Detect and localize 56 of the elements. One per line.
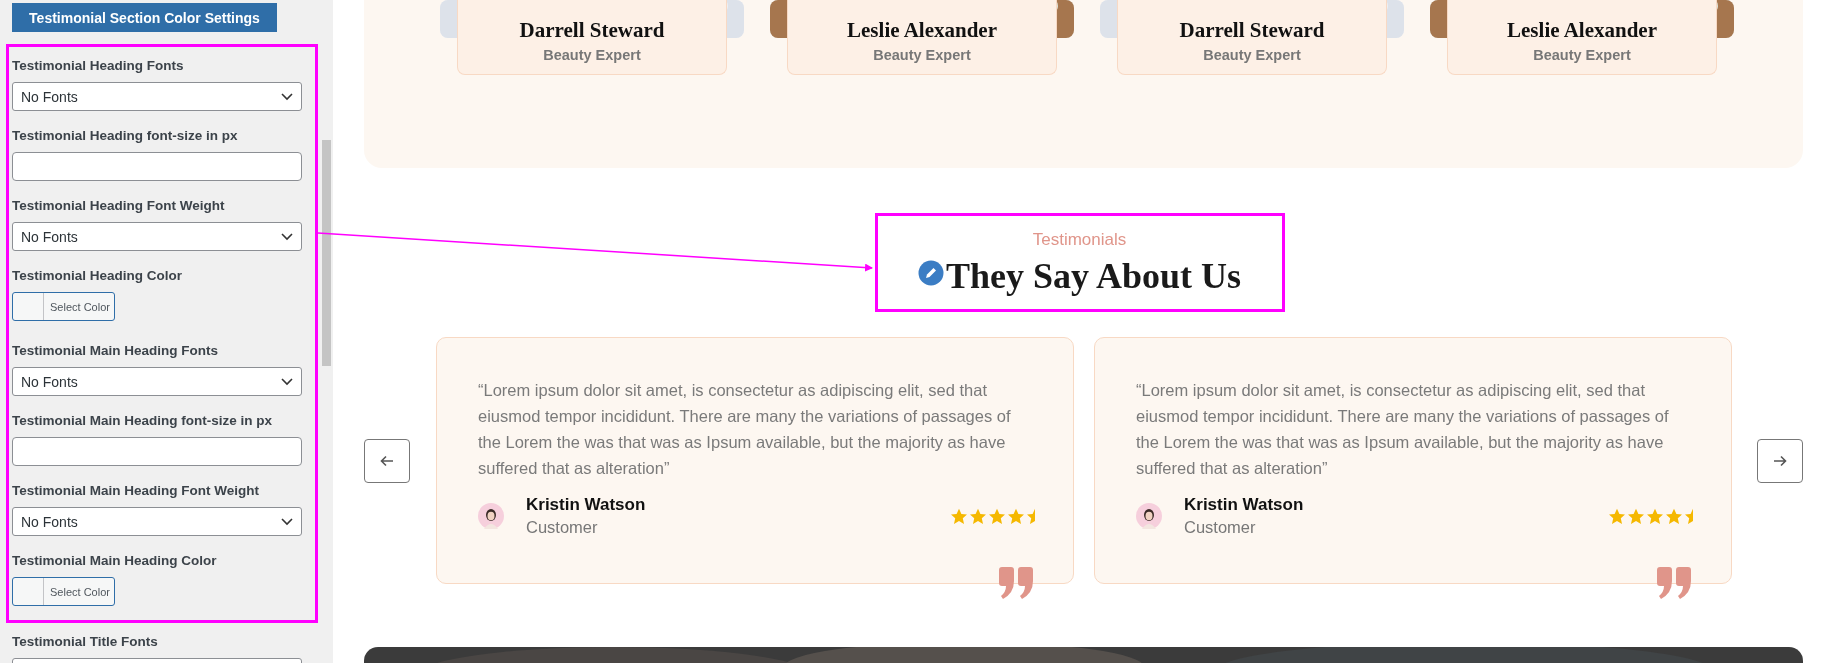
color-picker-button[interactable]: Select Color [12,292,115,321]
previous-button[interactable] [364,438,410,483]
star-icon [1007,507,1025,525]
testimonial-quote: “Lorem ipsum dolor sit amet, is consectetur as adipiscing elit, sed that eiusmod tempor incididunt. There are many the variations of passages of the Lorem the was that was as Ipsum available, but the majority as have suffered that as alteration” [1136,380,1670,479]
person-name: Darrell Steward [519,18,665,42]
edit-icon [917,260,944,286]
field-label: Testimonial Main Heading Fonts [12,342,219,360]
person-role: Customer [1184,518,1257,537]
field-label: Testimonial Heading Fonts [12,57,185,75]
select-dropdown[interactable]: No Fonts [12,367,302,396]
color-picker-button[interactable]: Select Color [12,577,115,606]
person-name: Leslie Alexander [1507,18,1657,42]
star-icon [988,507,1006,525]
half-star-icon [1026,507,1035,525]
field-label: Testimonial Heading Font Weight [12,197,226,215]
star-icon [1646,507,1664,525]
field-label: Testimonial Heading Color [12,267,183,285]
field-label: Testimonial Main Heading Font Weight [12,482,260,500]
text-input[interactable] [12,437,302,466]
field-label: Testimonial Main Heading font-size in px [12,412,274,430]
chevron-down-icon [281,517,293,526]
star-icon [1608,507,1626,525]
select-dropdown[interactable]: No Fonts [12,82,302,111]
testimonial-quote: “Lorem ipsum dolor sit amet, is consectetur as adipiscing elit, sed that eiusmod tempor incididunt. There are many the variations of passages of the Lorem the was that was as Ipsum available, but the majority as have suffered that as alteration” [478,380,1012,479]
section-button[interactable]: Testimonial Section Color Settings [12,3,277,32]
person-role: Beauty Expert [873,47,971,63]
section-heading: They Say About Us [945,256,1242,296]
field-label: Testimonial Main Heading Color [12,552,218,570]
arrow-left-icon [380,453,394,468]
person-name: Kristin Watson [526,495,646,515]
select-dropdown[interactable]: No Fonts [12,222,302,251]
scrollbar-thumb[interactable] [322,140,331,366]
person-role: Beauty Expert [1533,47,1631,63]
person-name: Darrell Steward [1179,18,1325,42]
select-dropdown[interactable]: No Fonts [12,507,302,536]
arrow-right-icon [1773,453,1787,468]
star-icon [950,507,968,525]
text-input[interactable] [12,152,302,181]
person-name: Kristin Watson [1184,495,1304,515]
next-button[interactable] [1757,438,1803,483]
person-role: Beauty Expert [1203,47,1301,63]
person-role: Customer [526,518,599,537]
chevron-down-icon [281,377,293,386]
half-star-icon [1684,507,1693,525]
field-label: Testimonial Title Fonts [12,633,159,651]
quote-mark-icon [999,567,1033,599]
chevron-down-icon [281,232,293,241]
chevron-down-icon [281,92,293,101]
person-name: Leslie Alexander [847,18,997,42]
section-subtitle: Testimonials [1032,230,1127,250]
person-role: Beauty Expert [543,47,641,63]
star-icon [1627,507,1645,525]
star-icon [969,507,987,525]
quote-mark-icon [1657,567,1691,599]
field-label: Testimonial Heading font-size in px [12,127,239,145]
star-icon [1665,507,1683,525]
